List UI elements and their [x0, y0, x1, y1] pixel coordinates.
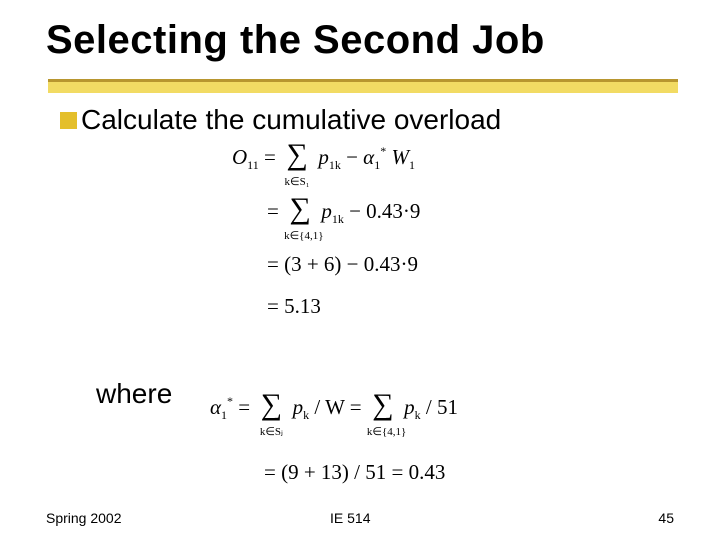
- over51: / 51: [426, 395, 458, 419]
- p1k-sub: 1k: [329, 158, 341, 172]
- equation-alpha-val: = (9 + 13) / 51 = 0.43: [264, 460, 445, 485]
- equation-alpha: α1* = ∑k∈Sⱼ pk / W = ∑k∈{4,1} pk / 51: [210, 388, 458, 428]
- equals-2: =: [267, 199, 279, 223]
- p1k: p: [318, 145, 329, 169]
- sigma-1: ∑k∈S₁: [281, 138, 313, 178]
- alpha-1: α: [363, 145, 374, 169]
- p1k-2-sub: 1k: [332, 212, 344, 226]
- equation-o11: O11 = ∑k∈S₁ p1k − α1* W1: [232, 138, 415, 178]
- footer-center: IE 514: [330, 510, 370, 526]
- title-rule-light: [48, 82, 678, 93]
- sigma1-bot: k∈S₁: [281, 175, 313, 188]
- equals-5a: =: [238, 395, 255, 419]
- pk5a-sub: k: [303, 408, 309, 422]
- equation-line3: = (3 + 6) − 0.43·9: [267, 252, 418, 277]
- pk5b-sub: k: [415, 408, 421, 422]
- footer-page-number: 45: [658, 510, 674, 526]
- equals-1: =: [264, 145, 281, 169]
- equation-line4: = 5.13: [267, 294, 321, 319]
- sigma-5a: ∑k∈Sⱼ: [255, 388, 287, 428]
- footer-left: Spring 2002: [46, 510, 122, 526]
- slide-title: Selecting the Second Job: [46, 18, 545, 63]
- alpha1-sup: *: [380, 144, 386, 158]
- alpha5-sup: *: [227, 394, 233, 408]
- o11-var: O: [232, 145, 247, 169]
- sigma-2: ∑k∈{4,1}: [284, 192, 316, 232]
- pk-5a: p: [293, 395, 304, 419]
- bullet-row: Calculate the cumulative overload: [60, 104, 501, 136]
- w1: W: [391, 145, 409, 169]
- overW: / W =: [314, 395, 367, 419]
- where-label: where: [96, 378, 172, 410]
- minus-1: −: [346, 145, 358, 169]
- sigma-5b: ∑k∈{4,1}: [367, 388, 399, 428]
- rhs-2: − 0.43·9: [349, 199, 420, 223]
- alpha1-sub: 1: [374, 158, 380, 172]
- sigma5b-bot: k∈{4,1}: [367, 425, 399, 438]
- p1k-2: p: [321, 199, 332, 223]
- o11-sub: 11: [247, 158, 259, 172]
- alpha5-sub: 1: [221, 408, 227, 422]
- w1-sub: 1: [409, 158, 415, 172]
- sigma5a-bot: k∈Sⱼ: [255, 425, 287, 438]
- pk-5b: p: [404, 395, 415, 419]
- bullet-text: Calculate the cumulative overload: [81, 104, 501, 136]
- sigma2-bot: k∈{4,1}: [284, 229, 316, 242]
- equation-line2: = ∑k∈{4,1} p1k − 0.43·9: [267, 192, 420, 232]
- alpha-5: α: [210, 395, 221, 419]
- bullet-square-icon: [60, 112, 77, 129]
